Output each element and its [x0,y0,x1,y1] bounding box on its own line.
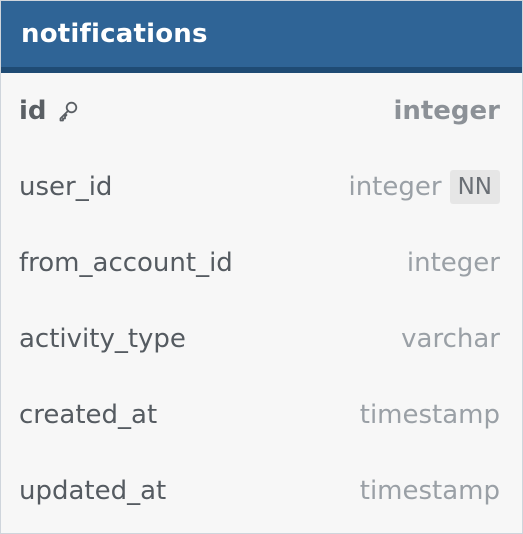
field-type-cell: integer [393,96,500,126]
field-type-cell: timestamp [360,476,500,506]
field-row-from-account-id[interactable]: from_account_id integer [1,225,522,301]
field-row-id[interactable]: id integer [1,73,522,149]
field-type: varchar [401,324,500,354]
table-header[interactable]: notifications [1,1,522,73]
table-title: notifications [21,19,208,49]
field-type: integer [393,96,500,126]
field-name-cell: id [19,96,79,126]
field-row-activity-type[interactable]: activity_type varchar [1,301,522,377]
field-type-cell: integer NN [348,170,500,204]
field-row-updated-at[interactable]: updated_at timestamp [1,453,522,529]
field-type: integer [406,248,500,278]
field-row-created-at[interactable]: created_at timestamp [1,377,522,453]
field-name: id [19,96,47,126]
field-name: updated_at [19,476,167,506]
field-type: timestamp [359,476,500,506]
field-type-cell: timestamp [360,400,500,430]
field-name: user_id [19,172,113,202]
field-type-cell: integer [407,248,500,278]
field-type: integer [348,172,442,202]
table-card[interactable]: notifications id integer user_id integer… [0,0,523,534]
field-row-user-id[interactable]: user_id integer NN [1,149,522,225]
field-type-cell: varchar [401,324,500,354]
not-null-badge: NN [449,170,500,204]
field-name: from_account_id [19,248,233,278]
field-type: timestamp [359,400,500,430]
field-name: created_at [19,400,158,430]
field-name: activity_type [19,324,186,354]
key-icon [57,100,79,122]
